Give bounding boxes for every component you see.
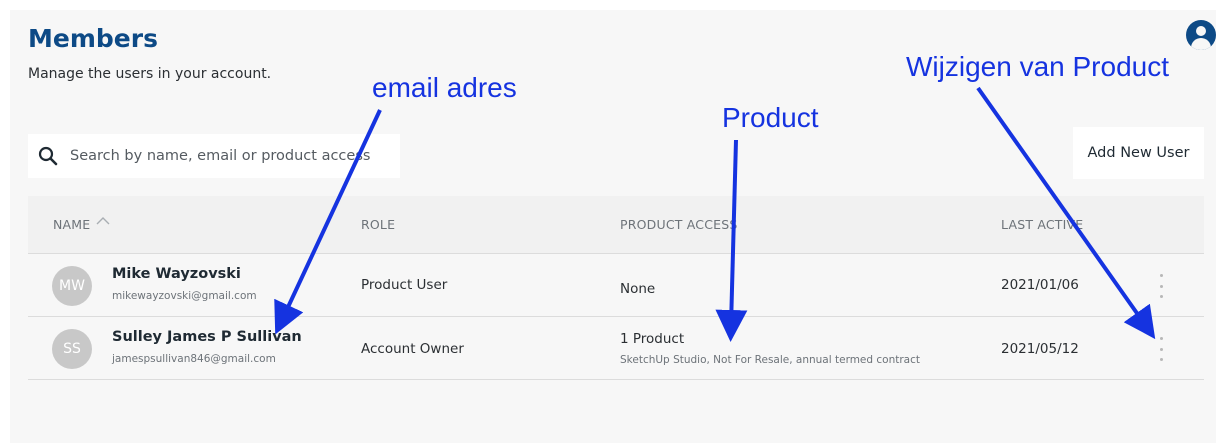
member-role: Product User bbox=[361, 277, 448, 293]
more-options-icon[interactable] bbox=[1155, 337, 1167, 361]
member-product-detail: SketchUp Studio, Not For Resale, annual … bbox=[620, 354, 920, 366]
search-box[interactable] bbox=[28, 134, 400, 178]
avatar: SS bbox=[52, 329, 92, 369]
search-icon bbox=[38, 146, 58, 166]
user-circle-icon[interactable] bbox=[1186, 20, 1216, 50]
column-header-last-active: LAST ACTIVE bbox=[1001, 217, 1084, 232]
page-subtitle: Manage the users in your account. bbox=[28, 66, 272, 82]
member-product-access: 1 Product bbox=[620, 331, 685, 347]
avatar: MW bbox=[52, 266, 92, 306]
member-role: Account Owner bbox=[361, 341, 464, 357]
member-email: mikewayzovski@gmail.com bbox=[112, 290, 257, 302]
member-last-active: 2021/05/12 bbox=[1001, 341, 1079, 357]
more-options-icon[interactable] bbox=[1155, 274, 1167, 298]
table-row[interactable]: MW Mike Wayzovski mikewayzovski@gmail.co… bbox=[28, 254, 1204, 317]
sort-ascending-icon[interactable] bbox=[96, 216, 110, 226]
column-header-product-access: PRODUCT ACCESS bbox=[620, 217, 738, 232]
annotation-email: email adres bbox=[372, 72, 517, 103]
add-new-user-button[interactable]: Add New User bbox=[1073, 127, 1204, 179]
member-name: Sulley James P Sullivan bbox=[112, 329, 302, 345]
search-input[interactable] bbox=[70, 148, 390, 164]
member-last-active: 2021/01/06 bbox=[1001, 277, 1079, 293]
member-name: Mike Wayzovski bbox=[112, 266, 241, 282]
table-row[interactable]: SS Sulley James P Sullivan jamespsulliva… bbox=[28, 317, 1204, 380]
annotation-product: Product bbox=[722, 102, 819, 133]
table-header: NAME ROLE PRODUCT ACCESS LAST ACTIVE bbox=[28, 196, 1204, 254]
page-title: Members bbox=[28, 24, 158, 53]
column-header-role: ROLE bbox=[361, 217, 396, 232]
members-table: NAME ROLE PRODUCT ACCESS LAST ACTIVE MW … bbox=[28, 196, 1204, 380]
annotation-change-product: Wijzigen van Product bbox=[906, 51, 1170, 82]
column-header-name[interactable]: NAME bbox=[53, 217, 90, 232]
member-email: jamespsullivan846@gmail.com bbox=[112, 353, 276, 365]
member-product-access: None bbox=[620, 281, 656, 297]
